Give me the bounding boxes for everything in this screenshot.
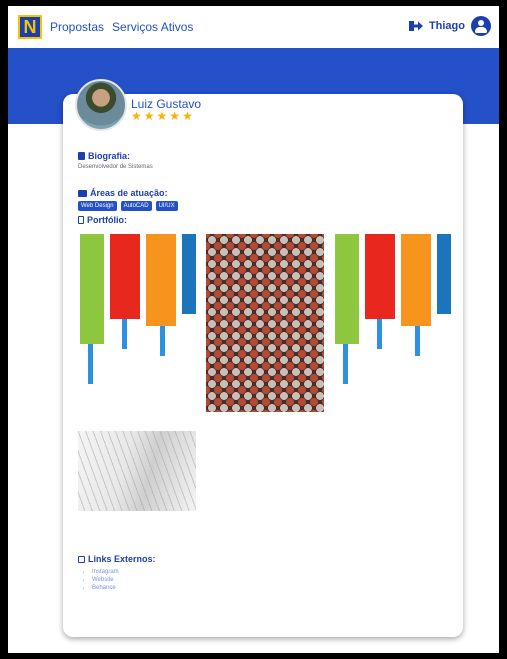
portfolio-image-architecture[interactable] [78,431,196,511]
areas-heading: Áreas de atuação: [78,188,168,198]
logo[interactable]: N [18,15,42,39]
area-tag: Web Design [78,201,117,211]
book-icon [78,152,85,160]
portfolio-image-paint-rollers-2[interactable] [333,234,451,392]
star-icon: ★ [156,109,168,123]
bio-text: Desenvolvedor de Sistemas [78,164,153,170]
star-icon: ★ [131,109,142,123]
bio-heading: Biografia: [78,151,130,161]
user-avatar-icon[interactable] [471,16,491,36]
profile-card: Luiz Gustavo ★ ★ ★ ★ ★ Biografia: Desenv… [63,79,463,637]
profile-avatar [75,79,127,131]
nav-link-servicos-ativos[interactable]: Serviços Ativos [112,20,193,34]
links-title: Links Externos: [88,554,156,564]
top-navbar: N Propostas Serviços Ativos Thiago [8,6,499,48]
logout-icon[interactable] [408,20,423,32]
rating-stars: ★ ★ ★ ★ ★ [131,110,193,122]
nav-link-propostas[interactable]: Propostas [50,20,104,34]
link-instagram[interactable]: Instagram [92,568,156,576]
link-website[interactable]: Website [92,576,156,584]
star-icon: ★ [169,109,181,123]
link-behance[interactable]: Behance [92,584,156,592]
bio-title: Biografia: [88,151,131,161]
area-tag: UI/UX [155,201,178,211]
portfolio-image-paint-rollers[interactable] [78,234,196,392]
app-frame: N Propostas Serviços Ativos Thiago Luiz … [8,6,499,653]
star-icon: ★ [182,109,193,123]
external-link-icon [78,555,85,563]
area-tag: AutoCAD [120,201,152,211]
portfolio-icon [78,216,84,224]
portfolio-image-bottle-caps[interactable] [206,234,324,412]
portfolio-heading: Portfólio: [78,215,127,225]
external-links: Links Externos: Instagram Website Behanc… [78,554,156,592]
user-area: Thiago [408,16,491,36]
areas-title: Áreas de atuação: [90,188,168,198]
user-name[interactable]: Thiago [429,20,465,32]
links-heading: Links Externos: [78,554,156,564]
logo-letter: N [23,17,37,37]
portfolio-title: Portfólio: [87,215,127,225]
links-list: Instagram Website Behance [78,568,156,592]
star-icon: ★ [143,109,155,123]
area-tags: Web Design AutoCAD UI/UX [78,201,178,211]
briefcase-icon [78,189,87,197]
